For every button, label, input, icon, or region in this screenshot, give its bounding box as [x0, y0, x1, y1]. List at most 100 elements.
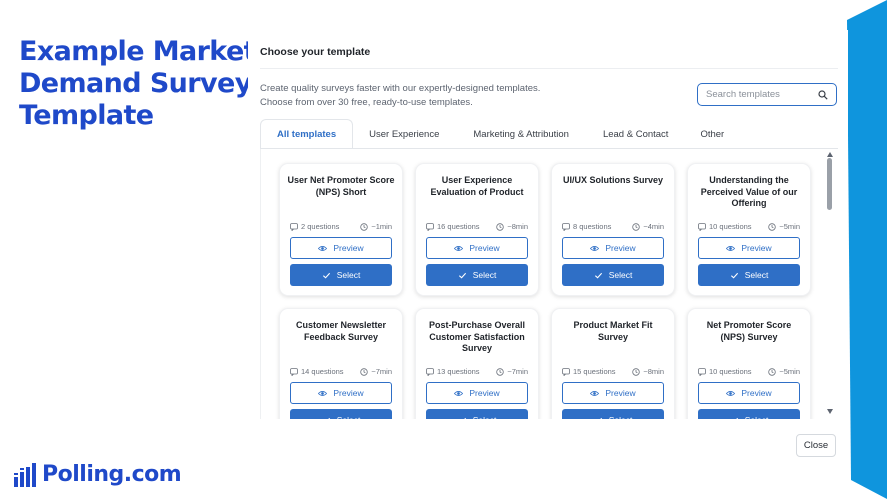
- questions-icon: [426, 222, 434, 231]
- clock-icon: [496, 367, 505, 376]
- question-count-text: 14 questions: [301, 367, 344, 376]
- duration-text: ~4min: [643, 222, 664, 231]
- template-card[interactable]: Net Promoter Score (NPS) Survey 10 questi…: [687, 308, 811, 419]
- select-button[interactable]: Select: [426, 409, 528, 419]
- preview-button[interactable]: Preview: [290, 382, 392, 404]
- template-card[interactable]: Post-Purchase Overall Customer Satisfact…: [415, 308, 539, 419]
- template-card[interactable]: Product Market Fit Survey 15 questions ~8m…: [551, 308, 675, 419]
- template-title: UI/UX Solutions Survey: [562, 175, 664, 185]
- select-button[interactable]: Select: [698, 409, 800, 419]
- questions-icon: [562, 367, 570, 376]
- scroll-down-arrow-icon[interactable]: [827, 409, 833, 414]
- duration-text: ~1min: [371, 222, 392, 231]
- preview-label[interactable]: Preview: [741, 388, 771, 398]
- select-label[interactable]: Select: [337, 270, 361, 280]
- duration: ~7min: [360, 367, 392, 376]
- select-button[interactable]: Select: [426, 264, 528, 286]
- preview-label[interactable]: Preview: [333, 243, 363, 253]
- preview-button[interactable]: Preview: [562, 382, 664, 404]
- slide-title-line: Example Market: [19, 36, 257, 67]
- clock-icon: [768, 367, 777, 376]
- preview-button[interactable]: Preview: [562, 237, 664, 259]
- template-meta: 10 questions ~5min: [698, 222, 800, 231]
- select-label[interactable]: Select: [609, 270, 633, 280]
- tab-all-templates[interactable]: All templates: [260, 119, 354, 149]
- select-button[interactable]: Select: [290, 409, 392, 419]
- select-label[interactable]: Select: [473, 415, 497, 419]
- eye-icon: [454, 245, 464, 251]
- search-icon[interactable]: [818, 89, 828, 100]
- search-input[interactable]: Search templates: [697, 83, 837, 106]
- description-line: Choose from over 30 free, ready-to-use t…: [260, 97, 473, 108]
- tab-lead-contact[interactable]: Lead & Contact: [587, 119, 685, 149]
- scroll-up-arrow-icon[interactable]: [827, 152, 833, 157]
- preview-button[interactable]: Preview: [290, 237, 392, 259]
- question-count-text: 2 questions: [301, 222, 340, 231]
- scrollbar[interactable]: [823, 149, 837, 419]
- check-icon: [458, 272, 466, 279]
- modal-title: Choose your template: [260, 46, 371, 58]
- template-card[interactable]: User Net Promoter Score (NPS) Short 2 que…: [279, 163, 403, 296]
- select-label[interactable]: Select: [745, 270, 769, 280]
- select-label[interactable]: Select: [745, 415, 769, 419]
- select-label[interactable]: Select: [609, 415, 633, 419]
- questions-icon: [562, 222, 570, 231]
- scroll-thumb[interactable]: [827, 158, 832, 210]
- template-meta: 15 questions ~8min: [562, 367, 664, 376]
- question-count: 14 questions: [290, 367, 344, 376]
- select-button[interactable]: Select: [562, 264, 664, 286]
- preview-label[interactable]: Preview: [469, 243, 499, 253]
- template-card[interactable]: UI/UX Solutions Survey 8 questions ~4min Pr…: [551, 163, 675, 296]
- duration-text: ~7min: [371, 367, 392, 376]
- template-title: Understanding the Perceived Value of our…: [700, 175, 798, 208]
- preview-label[interactable]: Preview: [605, 243, 635, 253]
- select-button[interactable]: Select: [290, 264, 392, 286]
- brand-name: Polling.com: [42, 462, 182, 487]
- tab-other[interactable]: Other: [684, 119, 740, 149]
- eye-icon: [726, 245, 736, 251]
- duration: ~4min: [632, 222, 664, 231]
- divider: [260, 68, 838, 69]
- tab-marketing-attribution[interactable]: Marketing & Attribution: [455, 119, 587, 149]
- question-count: 8 questions: [562, 222, 611, 231]
- template-card[interactable]: Understanding the Perceived Value of our…: [687, 163, 811, 296]
- question-count-text: 10 questions: [709, 367, 752, 376]
- questions-icon: [698, 367, 706, 376]
- brand-logo: Polling.com: [14, 462, 182, 487]
- template-tabs: All templates User Experience Marketing …: [260, 119, 838, 149]
- template-title: Product Market Fit Survey: [573, 320, 653, 342]
- duration-text: ~5min: [779, 222, 800, 231]
- question-count: 16 questions: [426, 222, 480, 231]
- question-count: 10 questions: [698, 367, 752, 376]
- slide-title-line: Template: [19, 100, 154, 131]
- check-icon: [327, 417, 330, 419]
- close-button[interactable]: Close: [796, 434, 836, 457]
- template-title: Customer Newsletter Feedback Survey: [295, 320, 387, 342]
- preview-button[interactable]: Preview: [698, 237, 800, 259]
- template-modal: Choose your template Create quality surv…: [248, 30, 848, 470]
- eye-icon: [318, 390, 328, 396]
- preview-label[interactable]: Preview: [605, 388, 635, 398]
- template-card[interactable]: User Experience Evaluation of Product 16 …: [415, 163, 539, 296]
- preview-button[interactable]: Preview: [698, 382, 800, 404]
- preview-button[interactable]: Preview: [426, 237, 528, 259]
- questions-icon: [290, 367, 298, 376]
- preview-label[interactable]: Preview: [741, 243, 771, 253]
- select-button[interactable]: Select: [562, 409, 664, 419]
- decorative-side-shape: [847, 0, 887, 499]
- check-icon: [463, 417, 466, 419]
- template-meta: 8 questions ~4min: [562, 222, 664, 231]
- preview-label[interactable]: Preview: [333, 388, 363, 398]
- question-count: 10 questions: [698, 222, 752, 231]
- preview-label[interactable]: Preview: [469, 388, 499, 398]
- clock-icon: [632, 222, 641, 231]
- select-label[interactable]: Select: [473, 270, 497, 280]
- polling-logo-icon: [14, 462, 36, 487]
- search-placeholder[interactable]: Search templates: [706, 89, 818, 100]
- template-card[interactable]: Customer Newsletter Feedback Survey 14 qu…: [279, 308, 403, 419]
- select-label[interactable]: Select: [337, 415, 361, 419]
- tab-user-experience[interactable]: User Experience: [353, 119, 455, 149]
- select-button[interactable]: Select: [698, 264, 800, 286]
- duration: ~8min: [496, 222, 528, 231]
- preview-button[interactable]: Preview: [426, 382, 528, 404]
